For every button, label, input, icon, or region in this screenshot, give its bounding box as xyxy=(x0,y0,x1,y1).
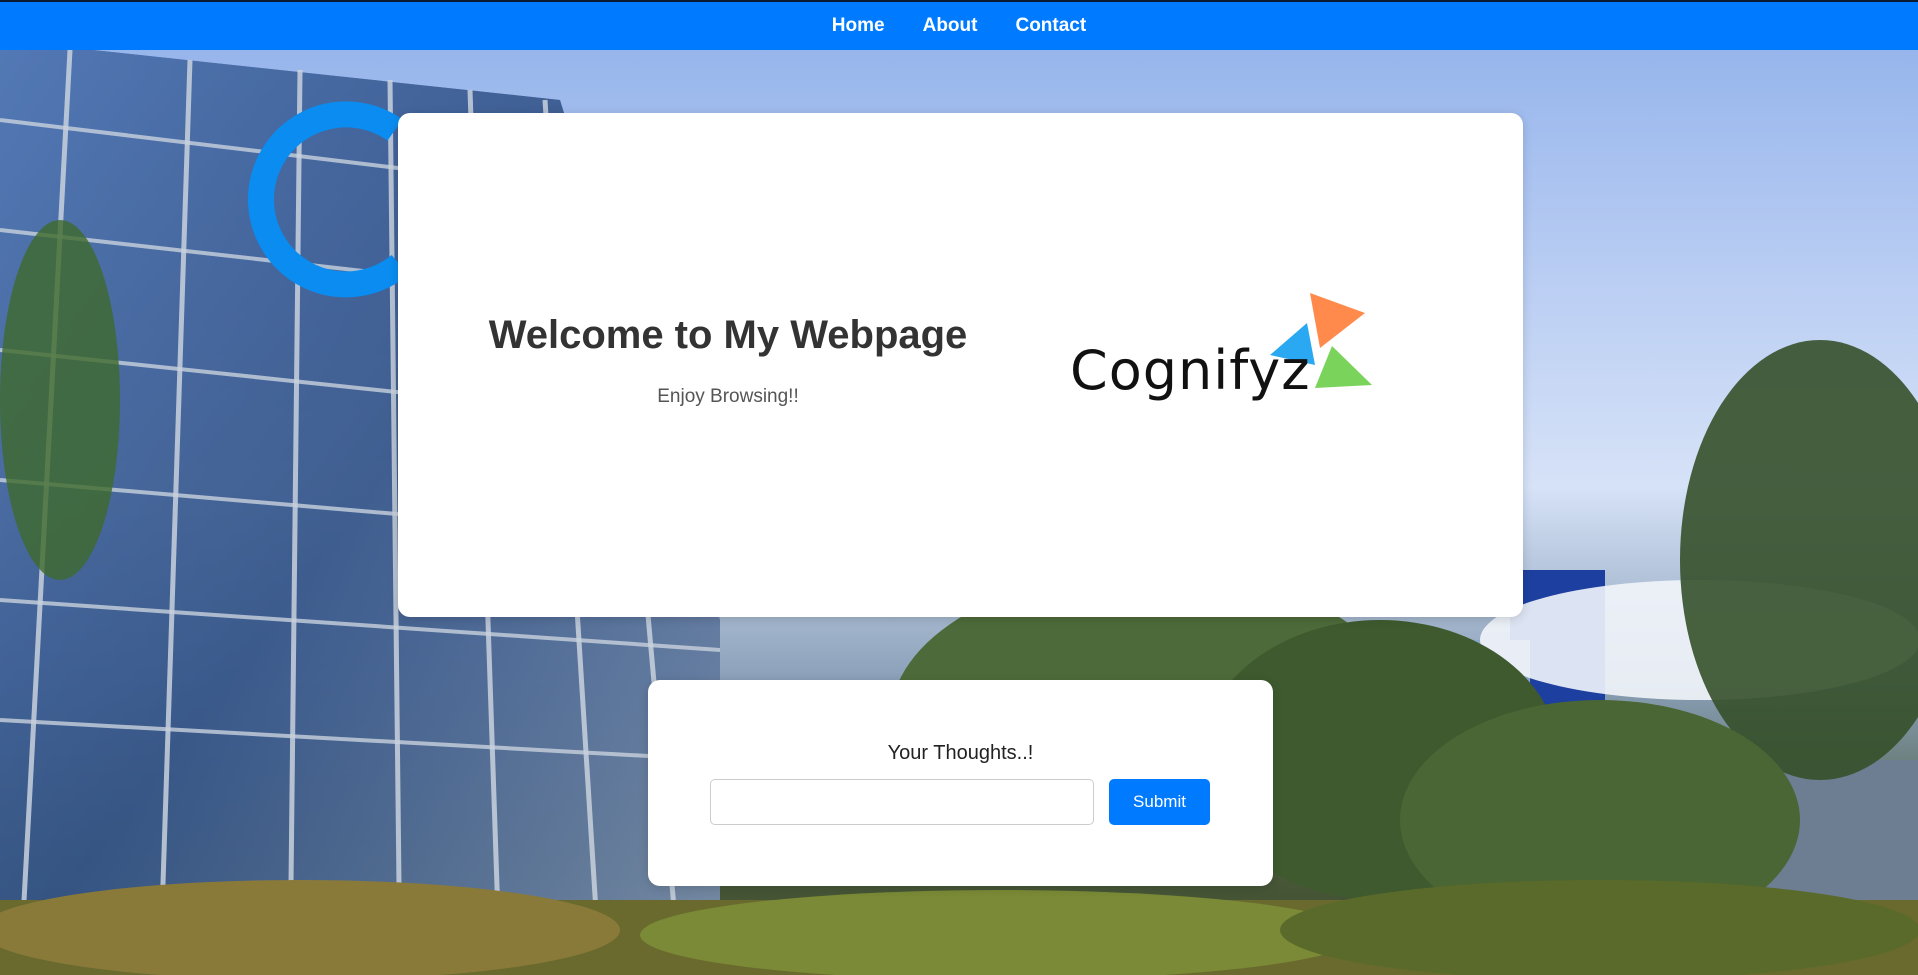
thoughts-card: Your Thoughts..! Submit xyxy=(648,680,1273,886)
nav-link-contact[interactable]: Contact xyxy=(1015,15,1086,37)
page-title: Welcome to My Webpage xyxy=(488,313,968,357)
hero-text-block: Welcome to My Webpage Enjoy Browsing!! xyxy=(458,313,998,408)
thoughts-label: Your Thoughts..! xyxy=(887,742,1034,764)
hero-card: Welcome to My Webpage Enjoy Browsing!! C… xyxy=(398,113,1523,617)
submit-button[interactable]: Submit xyxy=(1109,779,1210,825)
nav-link-home[interactable]: Home xyxy=(832,15,885,37)
top-navbar: Home About Contact xyxy=(0,0,1918,50)
logo-wordmark: Cognifyz xyxy=(1070,339,1311,402)
page-subtitle: Enjoy Browsing!! xyxy=(657,386,799,407)
nav-link-about[interactable]: About xyxy=(923,15,978,37)
thoughts-input[interactable] xyxy=(710,779,1094,825)
cognifyz-logo: Cognifyz xyxy=(1070,273,1390,413)
